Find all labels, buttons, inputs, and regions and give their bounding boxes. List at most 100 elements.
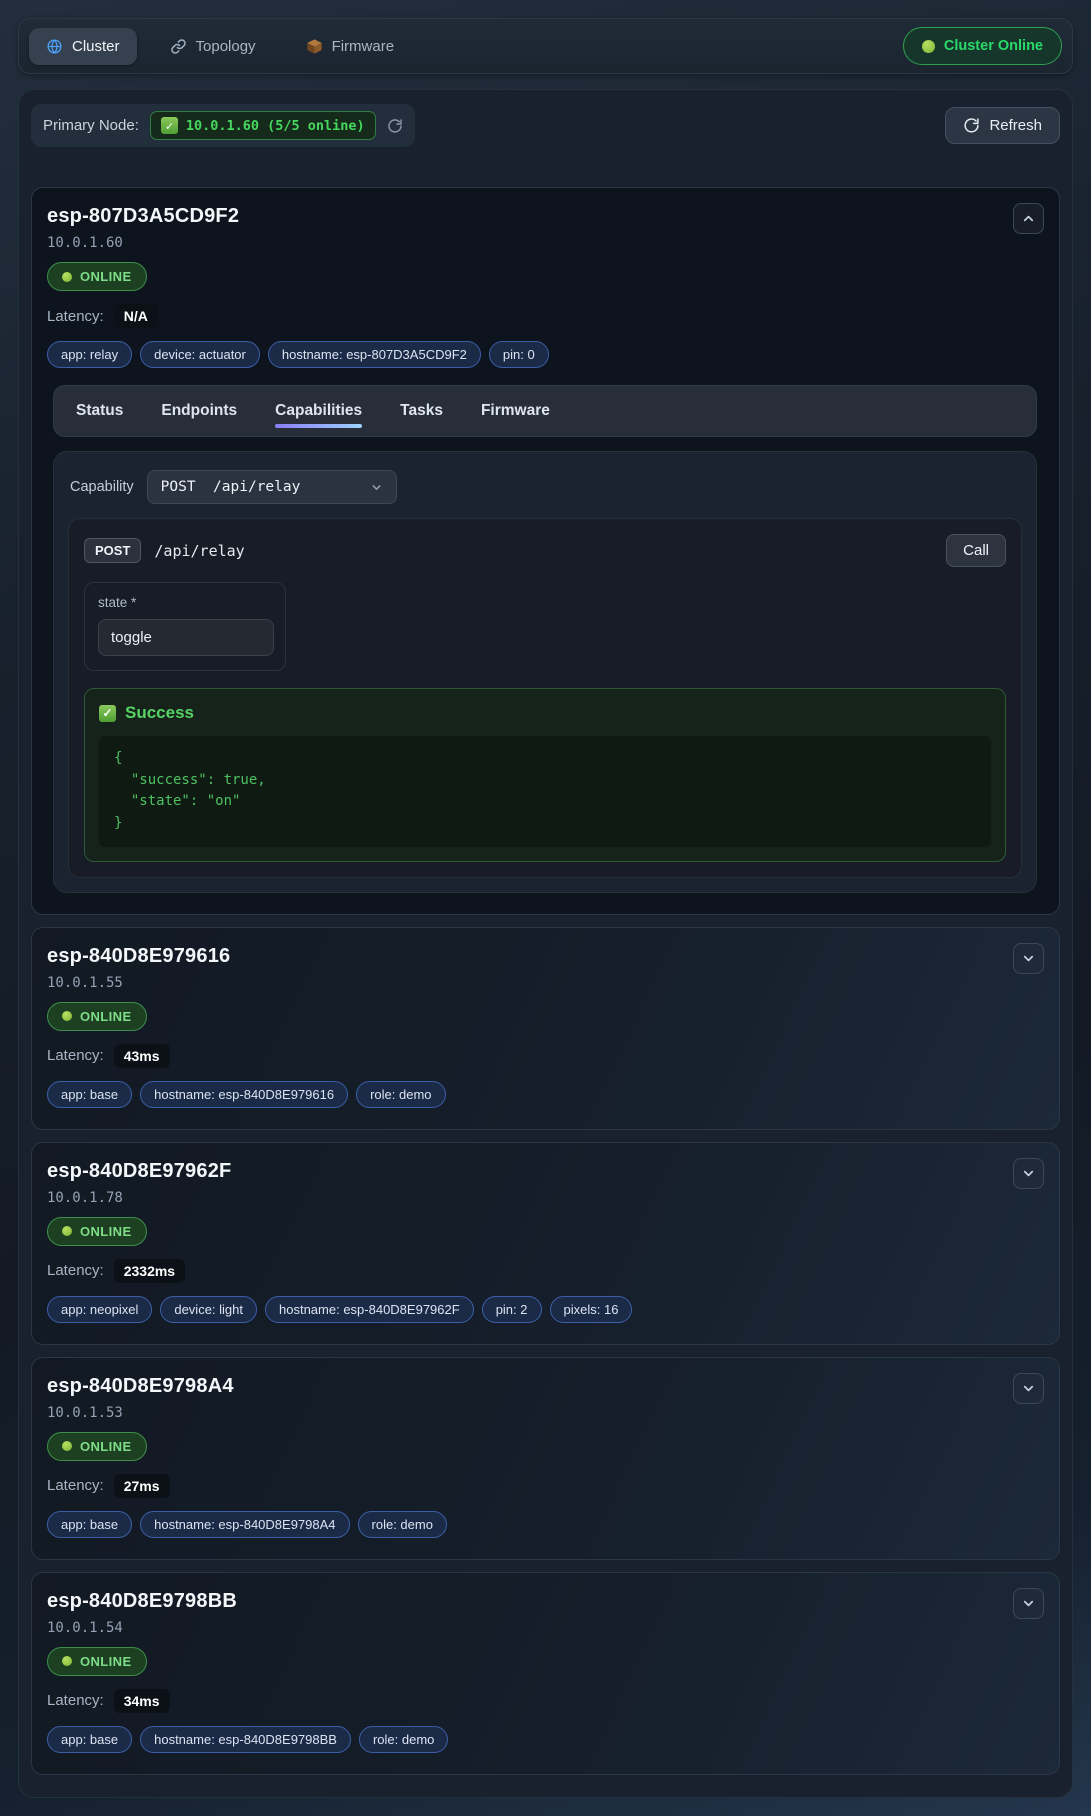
node-ip: 10.0.1.60 bbox=[47, 235, 1043, 251]
primary-node-value: 10.0.1.60 (5/5 online) bbox=[186, 118, 365, 134]
primary-node-label: Primary Node: bbox=[43, 117, 139, 134]
latency-row: Latency: 27ms bbox=[47, 1474, 1043, 1498]
status-badge: ONLINE bbox=[47, 1002, 147, 1031]
status-badge: ONLINE bbox=[47, 1647, 147, 1676]
capability-label: Capability bbox=[70, 479, 134, 495]
refresh-label: Refresh bbox=[989, 117, 1042, 134]
tag: pixels: 16 bbox=[550, 1296, 633, 1323]
node-card: esp-840D8E979616 10.0.1.55 ONLINE Latenc… bbox=[31, 927, 1060, 1130]
tag: app: relay bbox=[47, 341, 132, 368]
primary-node-badge: 10.0.1.60 (5/5 online) bbox=[150, 111, 376, 140]
success-title: Success bbox=[99, 703, 991, 723]
latency-value: 43ms bbox=[114, 1044, 170, 1068]
package-icon bbox=[306, 38, 323, 55]
detail-tabs: Status Endpoints Capabilities Tasks Firm… bbox=[53, 385, 1037, 437]
latency-label: Latency: bbox=[47, 308, 104, 325]
tag: hostname: esp-840D8E97962F bbox=[265, 1296, 474, 1323]
tag-row: app: base hostname: esp-840D8E9798A4 rol… bbox=[47, 1511, 1043, 1538]
expand-card-button[interactable] bbox=[1013, 943, 1044, 974]
status-text: ONLINE bbox=[80, 1009, 132, 1024]
latency-label: Latency: bbox=[47, 1047, 104, 1064]
node-title: esp-807D3A5CD9F2 bbox=[47, 205, 1043, 228]
node-card: esp-840D8E97962F 10.0.1.78 ONLINE Latenc… bbox=[31, 1142, 1060, 1345]
endpoint-box: POST /api/relay Call state * Success bbox=[68, 518, 1022, 878]
sync-icon[interactable] bbox=[387, 118, 403, 134]
capability-row: Capability POST /api/relay bbox=[70, 470, 1022, 504]
tab-capabilities[interactable]: Capabilities bbox=[275, 386, 362, 436]
collapse-card-button[interactable] bbox=[1013, 203, 1044, 234]
latency-value: N/A bbox=[114, 304, 158, 328]
latency-row: Latency: 2332ms bbox=[47, 1259, 1043, 1283]
latency-row: Latency: 34ms bbox=[47, 1689, 1043, 1713]
tag-row: app: base hostname: esp-840D8E979616 rol… bbox=[47, 1081, 1043, 1108]
online-dot-icon bbox=[62, 1011, 72, 1021]
status-badge: ONLINE bbox=[47, 1217, 147, 1246]
tag-row: app: neopixel device: light hostname: es… bbox=[47, 1296, 1043, 1323]
tag: app: base bbox=[47, 1726, 132, 1753]
refresh-button[interactable]: Refresh bbox=[945, 107, 1060, 144]
node-card: esp-840D8E9798A4 10.0.1.53 ONLINE Latenc… bbox=[31, 1357, 1060, 1560]
chevron-down-icon bbox=[1021, 1166, 1036, 1181]
check-icon bbox=[161, 117, 178, 134]
online-dot-icon bbox=[62, 1656, 72, 1666]
main-panel: Primary Node: 10.0.1.60 (5/5 online) Ref… bbox=[18, 89, 1073, 1798]
expand-card-button[interactable] bbox=[1013, 1158, 1044, 1189]
cluster-status-label: Cluster Online bbox=[944, 38, 1043, 54]
tab-endpoints[interactable]: Endpoints bbox=[161, 386, 237, 436]
tag: app: neopixel bbox=[47, 1296, 152, 1323]
tab-tasks[interactable]: Tasks bbox=[400, 386, 443, 436]
endpoint-path: /api/relay bbox=[154, 542, 244, 560]
primary-node-box: Primary Node: 10.0.1.60 (5/5 online) bbox=[31, 104, 415, 147]
expand-card-button[interactable] bbox=[1013, 1588, 1044, 1619]
capabilities-panel: Capability POST /api/relay POST /api/rel… bbox=[53, 451, 1037, 893]
tab-topology[interactable]: Topology bbox=[153, 28, 273, 65]
chevron-down-icon bbox=[370, 481, 383, 494]
call-button[interactable]: Call bbox=[946, 534, 1006, 567]
node-title: esp-840D8E97962F bbox=[47, 1160, 1043, 1183]
latency-value: 27ms bbox=[114, 1474, 170, 1498]
node-ip: 10.0.1.54 bbox=[47, 1620, 1043, 1636]
node-card: esp-807D3A5CD9F2 10.0.1.60 ONLINE Latenc… bbox=[31, 187, 1060, 915]
toolbar: Primary Node: 10.0.1.60 (5/5 online) Ref… bbox=[31, 104, 1060, 147]
top-navbar: Cluster Topology Firmware Cluster Online bbox=[18, 18, 1073, 74]
tag: role: demo bbox=[358, 1511, 447, 1538]
status-text: ONLINE bbox=[80, 1439, 132, 1454]
status-text: ONLINE bbox=[80, 1224, 132, 1239]
tag: pin: 2 bbox=[482, 1296, 542, 1323]
param-label: state * bbox=[98, 595, 272, 610]
latency-label: Latency: bbox=[47, 1477, 104, 1494]
tag: device: light bbox=[160, 1296, 257, 1323]
page: Cluster Topology Firmware Cluster Online bbox=[0, 0, 1091, 1816]
globe-icon bbox=[46, 38, 63, 55]
expand-card-button[interactable] bbox=[1013, 1373, 1044, 1404]
refresh-icon bbox=[963, 117, 980, 134]
online-dot-icon bbox=[62, 1441, 72, 1451]
status-badge: ONLINE bbox=[47, 1432, 147, 1461]
tab-status[interactable]: Status bbox=[76, 386, 123, 436]
node-card: esp-840D8E9798BB 10.0.1.54 ONLINE Latenc… bbox=[31, 1572, 1060, 1775]
node-ip: 10.0.1.53 bbox=[47, 1405, 1043, 1421]
status-text: ONLINE bbox=[80, 1654, 132, 1669]
success-label: Success bbox=[125, 703, 194, 723]
tag: hostname: esp-840D8E9798BB bbox=[140, 1726, 351, 1753]
latency-value: 2332ms bbox=[114, 1259, 185, 1283]
node-ip: 10.0.1.55 bbox=[47, 975, 1043, 991]
chevron-down-icon bbox=[1021, 951, 1036, 966]
cluster-status-badge: Cluster Online bbox=[903, 27, 1062, 65]
link-icon bbox=[170, 38, 187, 55]
tab-label: Topology bbox=[196, 38, 256, 55]
state-input[interactable] bbox=[98, 619, 274, 656]
tag: app: base bbox=[47, 1081, 132, 1108]
tag: app: base bbox=[47, 1511, 132, 1538]
tag: hostname: esp-840D8E9798A4 bbox=[140, 1511, 349, 1538]
chevron-up-icon bbox=[1021, 211, 1036, 226]
tab-firmware[interactable]: Firmware bbox=[289, 28, 412, 65]
tab-firmware-detail[interactable]: Firmware bbox=[481, 386, 550, 436]
method-badge: POST bbox=[84, 538, 141, 563]
tag-row: app: relay device: actuator hostname: es… bbox=[47, 341, 1043, 368]
latency-row: Latency: N/A bbox=[47, 304, 1043, 328]
capability-select[interactable]: POST /api/relay bbox=[147, 470, 397, 504]
param-box: state * bbox=[84, 582, 286, 671]
latency-label: Latency: bbox=[47, 1692, 104, 1709]
tab-cluster[interactable]: Cluster bbox=[29, 28, 137, 65]
